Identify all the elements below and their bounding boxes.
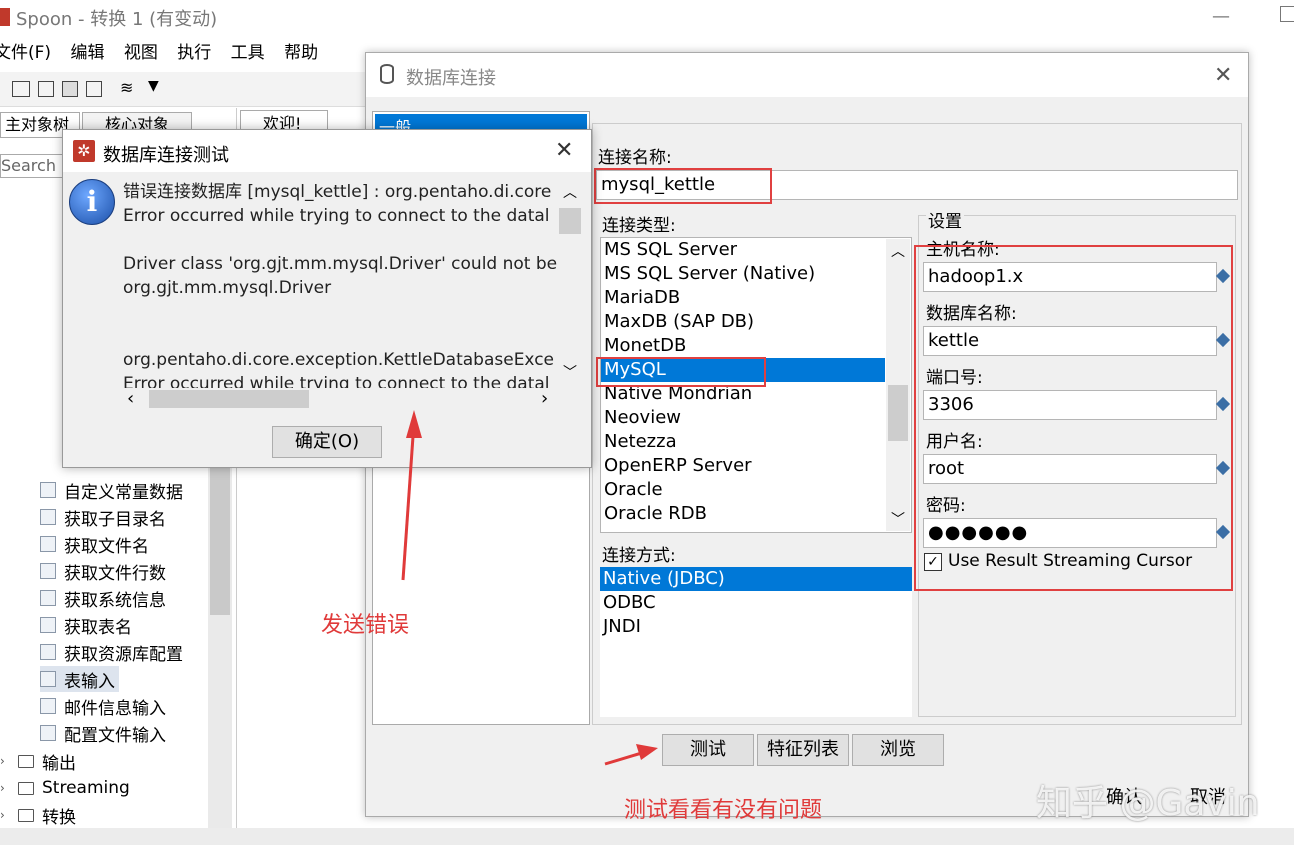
test-arrowhead xyxy=(636,744,658,760)
watermark: 知乎 @Gavin xyxy=(1036,783,1260,824)
annotation-arrows xyxy=(401,410,658,766)
error-annotation: 发送错误 xyxy=(321,613,410,638)
error-arrowhead xyxy=(406,410,422,438)
error-arrow xyxy=(401,421,416,581)
test-arrow xyxy=(604,750,646,766)
test-annotation: 测试看看有没有问题 xyxy=(624,798,823,823)
